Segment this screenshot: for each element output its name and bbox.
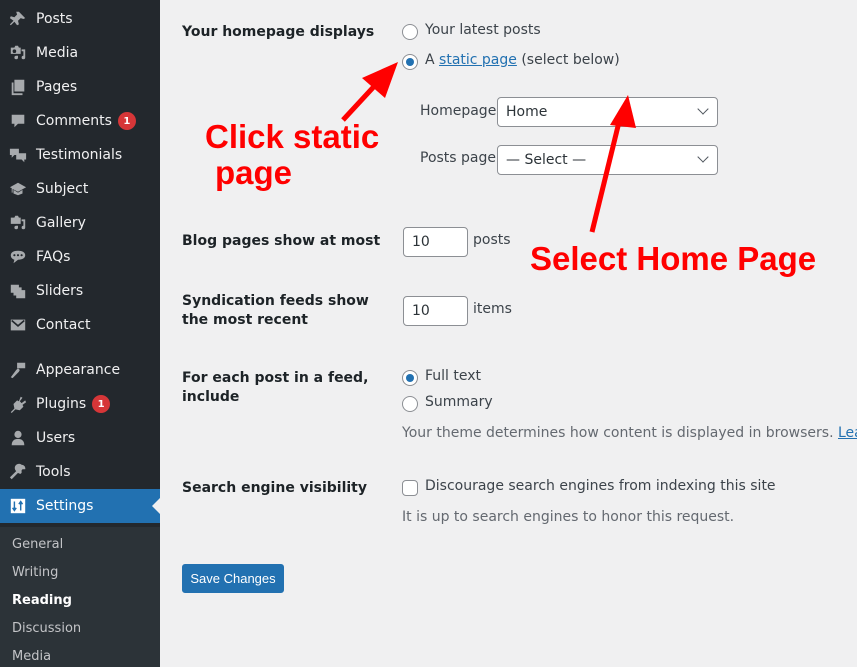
sidebar-item-label: Media (36, 45, 79, 61)
sidebar-item-posts[interactable]: Posts (0, 2, 160, 36)
feed-description-text: Your theme determines how content is dis… (402, 425, 834, 441)
homepage-select-value: Home (506, 104, 548, 120)
sidebar-item-label: Comments (36, 113, 112, 129)
sidebar-item-comments[interactable]: Comments 1 (0, 104, 160, 138)
sidebar-item-sliders[interactable]: Sliders (0, 274, 160, 308)
sliders-icon (8, 281, 28, 301)
comments-count-badge: 1 (117, 112, 136, 130)
sidebar-item-gallery[interactable]: Gallery (0, 206, 160, 240)
static-page-label[interactable]: A static page (select below) (425, 52, 620, 68)
faq-bubble-icon (8, 247, 28, 267)
sidebar-item-plugins[interactable]: Plugins 1 (0, 387, 160, 421)
static-page-prefix: A (425, 52, 435, 68)
sidebar-item-contact[interactable]: Contact (0, 308, 160, 342)
settings-submenu: General Writing Reading Discussion Media (0, 527, 160, 667)
posts-per-rss-input[interactable]: 10 (403, 296, 468, 326)
sidebar-item-users[interactable]: Users (0, 421, 160, 455)
sidebar-item-label: Subject (36, 181, 89, 197)
sidebar-item-faqs[interactable]: FAQs (0, 240, 160, 274)
latest-posts-label[interactable]: Your latest posts (425, 22, 541, 38)
sidebar-item-label: Users (36, 430, 76, 446)
testimonials-icon (8, 145, 28, 165)
sidebar-item-label: Pages (36, 79, 78, 95)
envelope-icon (8, 315, 28, 335)
sidebar-item-label: Settings (36, 498, 94, 514)
posts-page-select[interactable]: — Select — (497, 145, 718, 175)
posts-per-page-input[interactable]: 10 (403, 227, 468, 257)
static-page-radio[interactable] (402, 54, 418, 70)
submenu-item-general[interactable]: General (12, 537, 63, 552)
sidebar-item-label: Appearance (36, 362, 121, 378)
sidebar-item-settings[interactable]: Settings (0, 489, 160, 523)
pages-icon (8, 77, 28, 97)
sidebar-item-label: Contact (36, 317, 91, 333)
full-text-radio[interactable] (402, 370, 418, 386)
chevron-down-icon (697, 151, 709, 163)
sidebar-item-label: Posts (36, 11, 73, 27)
feed-include-label: For each post in a feed, include (182, 370, 369, 405)
submenu-item-writing[interactable]: Writing (12, 565, 58, 580)
sidebar-item-label: FAQs (36, 249, 71, 265)
posts-unit-label: posts (473, 232, 511, 248)
plug-icon (8, 394, 28, 414)
summary-radio[interactable] (402, 396, 418, 412)
search-visibility-description: It is up to search engines to honor this… (402, 509, 735, 525)
sidebar-item-label: Testimonials (36, 147, 123, 163)
discourage-search-checkbox[interactable] (402, 480, 418, 496)
plugins-update-badge: 1 (92, 395, 111, 413)
paintbrush-icon (8, 360, 28, 380)
posts-per-rss-value: 10 (412, 303, 430, 319)
learn-more-link[interactable]: Learn more (838, 425, 857, 441)
sidebar-item-pages[interactable]: Pages (0, 70, 160, 104)
sidebar-item-media[interactable]: Media (0, 36, 160, 70)
media-icon (8, 43, 28, 63)
sidebar-item-subject[interactable]: Subject (0, 172, 160, 206)
sidebar-item-label: Sliders (36, 283, 84, 299)
settings-icon (8, 496, 28, 516)
sidebar-item-label: Tools (36, 464, 71, 480)
posts-page-select-value: — Select — (506, 152, 587, 168)
sidebar-item-testimonials[interactable]: Testimonials (0, 138, 160, 172)
admin-sidebar: Posts Media Pages Comments 1 Testimonial… (0, 0, 160, 667)
static-page-suffix: (select below) (521, 52, 620, 68)
comment-icon (8, 111, 28, 131)
sidebar-item-label: Plugins (36, 396, 87, 412)
save-changes-button[interactable]: Save Changes (182, 564, 284, 593)
annotation-select-home: Select Home Page (530, 240, 817, 277)
latest-posts-radio[interactable] (402, 24, 418, 40)
posts-page-select-label: Posts page: (420, 150, 501, 166)
wrench-icon (8, 462, 28, 482)
homepage-select[interactable]: Home (497, 97, 718, 127)
graduation-cap-icon (8, 179, 28, 199)
submenu-item-discussion[interactable]: Discussion (12, 621, 81, 636)
pin-icon (8, 9, 28, 29)
feed-description: Your theme determines how content is dis… (402, 425, 857, 441)
homepage-displays-label: Your homepage displays (182, 24, 375, 40)
blog-pages-label: Blog pages show at most (182, 233, 381, 249)
sidebar-item-tools[interactable]: Tools (0, 455, 160, 489)
reading-settings-form: Your homepage displays Your latest posts… (160, 0, 857, 667)
summary-label[interactable]: Summary (425, 394, 493, 410)
sidebar-item-appearance[interactable]: Appearance (0, 353, 160, 387)
static-page-link[interactable]: static page (439, 52, 517, 68)
sidebar-item-label: Gallery (36, 215, 86, 231)
posts-per-page-value: 10 (412, 234, 430, 250)
search-visibility-label: Search engine visibility (182, 480, 367, 496)
discourage-search-label[interactable]: Discourage search engines from indexing … (425, 478, 776, 494)
syndication-label: Syndication feeds show the most recent (182, 293, 369, 328)
active-menu-indicator (152, 498, 160, 514)
submenu-item-reading[interactable]: Reading (12, 593, 72, 608)
full-text-label[interactable]: Full text (425, 368, 481, 384)
submenu-item-media[interactable]: Media (12, 649, 51, 664)
gallery-icon (8, 213, 28, 233)
annotation-click-static-line1: Click static (205, 118, 380, 155)
user-icon (8, 428, 28, 448)
homepage-select-label: Homepage: (420, 103, 502, 119)
chevron-down-icon (697, 103, 709, 115)
annotation-click-static-line2: page (215, 154, 293, 191)
items-unit-label: items (473, 301, 512, 317)
